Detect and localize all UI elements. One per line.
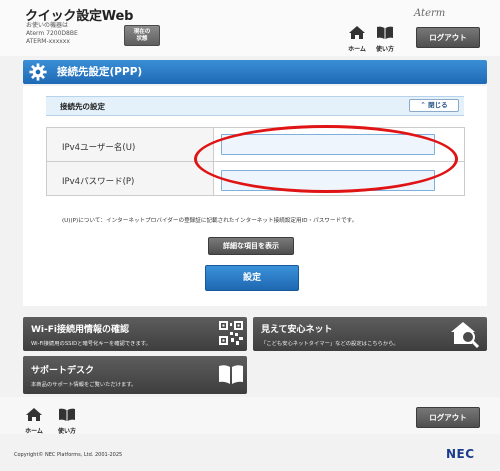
password-label: IPv4パスワード(P) xyxy=(62,177,135,187)
aterm-logo: Aterm xyxy=(414,8,446,19)
qr-code-icon xyxy=(219,321,243,345)
manual-label: 使い方 xyxy=(375,46,394,53)
house-search-icon xyxy=(451,322,479,348)
home-link[interactable]: ホーム xyxy=(346,24,368,53)
copyright-text: Copyright© NEC Platforms, Ltd. 2001-2025 xyxy=(14,452,123,458)
subsection-title: 接続先の設定 xyxy=(60,102,105,111)
support-desk-title: サポートデスク xyxy=(31,366,95,376)
support-desk-tile[interactable]: サポートデスク 本商品のサポート情報をご覧いただけます。 xyxy=(23,356,247,394)
home-icon xyxy=(349,26,365,39)
show-details-button[interactable]: 詳細な項目を表示 xyxy=(208,237,294,255)
home-icon xyxy=(26,408,42,421)
username-label: IPv4ユーザー名(U) xyxy=(62,143,136,153)
wifi-info-tile[interactable]: Wi-Fi接続用情報の確認 Wi-Fi接続用のSSIDと暗号化キーを確認できます… xyxy=(23,317,247,351)
book-icon xyxy=(377,26,393,39)
credentials-note: (U)(P)について：インターネットプロバイダーの登録証に記載されたインターネッ… xyxy=(62,218,358,224)
book-icon xyxy=(219,365,243,384)
logout-button-top[interactable]: ログアウト xyxy=(416,27,480,48)
footer-manual-link[interactable]: 使い方 xyxy=(56,406,78,435)
home-label: ホーム xyxy=(348,46,366,53)
apply-button[interactable]: 設定 xyxy=(205,265,299,291)
device-label: お使いの機器は xyxy=(26,22,69,29)
footer-home-link[interactable]: ホーム xyxy=(23,406,45,435)
wifi-info-desc: Wi-Fi接続用のSSIDと暗号化キーを確認できます。 xyxy=(31,341,151,347)
subsection-header xyxy=(46,96,464,116)
username-input[interactable] xyxy=(221,134,435,155)
support-desk-desc: 本商品のサポート情報をご覧いただけます。 xyxy=(31,382,137,388)
chevron-up-icon: ⌃ xyxy=(420,101,426,109)
mieteanshin-title: 見えて安心ネット xyxy=(261,325,333,335)
book-icon xyxy=(59,408,75,421)
manual-link[interactable]: 使い方 xyxy=(374,24,396,53)
status-label-2: 状態 xyxy=(136,36,148,42)
mieteanshin-tile[interactable]: 見えて安心ネット 「こども安心ネットタイマー」などの設定はこちらから。 xyxy=(253,317,487,351)
collapse-button[interactable]: ⌃ 閉じる xyxy=(409,99,459,112)
footer-manual-label: 使い方 xyxy=(57,428,76,435)
nec-logo: NEC xyxy=(446,447,475,461)
password-input[interactable] xyxy=(221,170,435,191)
device-model: Aterm 7200D8BE xyxy=(26,30,78,37)
row-divider xyxy=(214,161,464,162)
device-name: ATERM-xxxxxx xyxy=(26,38,70,45)
collapse-label: 閉じる xyxy=(428,101,448,109)
status-label-1: 現在の xyxy=(133,29,151,35)
mieteanshin-desc: 「こども安心ネットタイマー」などの設定はこちらから。 xyxy=(261,341,399,347)
footer-home-label: ホーム xyxy=(25,428,43,435)
gear-icon xyxy=(29,63,47,81)
current-status-button[interactable]: 現在の 状態 xyxy=(124,25,160,46)
logout-button-bottom[interactable]: ログアウト xyxy=(416,407,480,428)
wifi-info-title: Wi-Fi接続用情報の確認 xyxy=(31,325,129,335)
section-title: 接続先設定(PPP) xyxy=(23,60,487,84)
